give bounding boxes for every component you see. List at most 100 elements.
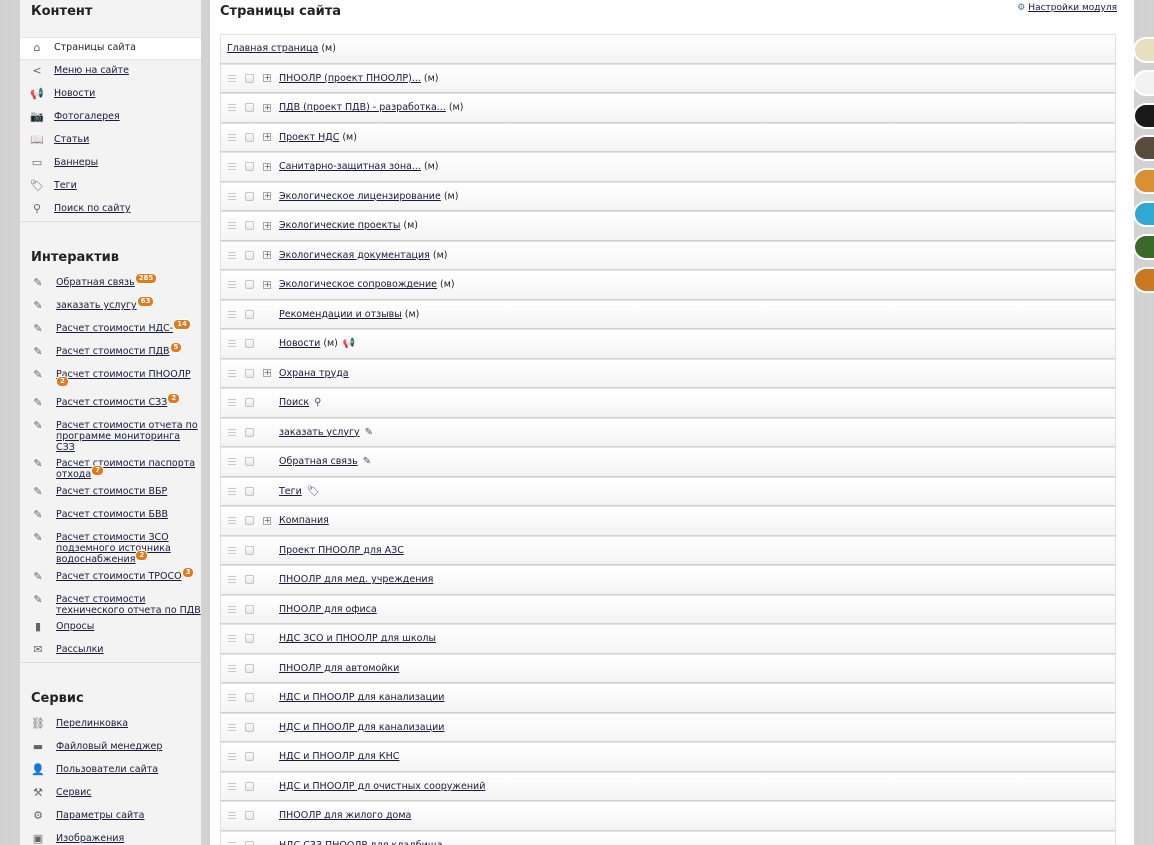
thumbnail[interactable] [1133, 200, 1154, 227]
expand-icon[interactable]: + [263, 369, 271, 378]
content-item[interactable]: 📷 Фотогалерея [20, 106, 201, 129]
interactive-item-label[interactable]: Обратная связь [56, 277, 135, 288]
row-checkbox[interactable] [245, 427, 254, 437]
row-checkbox[interactable] [245, 73, 254, 83]
page-link[interactable]: ПНООЛР для автомойки [279, 663, 399, 674]
interactive-item[interactable]: ✎ Расчет стоимости НДС- 14 [20, 318, 201, 341]
expand-icon[interactable]: + [263, 516, 271, 525]
thumbnail[interactable] [1133, 233, 1154, 260]
root-page-link[interactable]: Главная страница [227, 43, 318, 54]
interactive-item-label[interactable]: Расчет стоимости ЗСО подземного источник… [56, 532, 171, 565]
row-checkbox[interactable] [245, 191, 254, 201]
interactive-item-label[interactable]: Опросы [56, 621, 94, 632]
service-item[interactable]: ⚒ Сервис [20, 782, 201, 805]
interactive-item[interactable]: ✎ Обратная связь 285 [20, 272, 201, 295]
expand-icon[interactable]: + [263, 192, 271, 201]
page-link[interactable]: НДС и ПНООЛР для канализации [279, 722, 444, 733]
drag-handle-icon[interactable] [228, 340, 236, 348]
drag-handle-icon[interactable] [228, 369, 236, 377]
interactive-item[interactable]: ✎ Расчет стоимости СЗЗ 2 [20, 392, 201, 415]
page-link[interactable]: Проект НДС [279, 132, 339, 143]
row-checkbox[interactable] [245, 634, 254, 644]
page-link[interactable]: НДС ЗСО и ПНООЛР для школы [279, 633, 436, 644]
page-link[interactable]: заказать услугу [279, 427, 360, 438]
content-item-label[interactable]: Фотогалерея [54, 111, 120, 122]
thumbnail[interactable] [1133, 168, 1154, 195]
page-link[interactable]: Охрана труда [279, 368, 349, 379]
drag-handle-icon[interactable] [228, 133, 236, 141]
module-settings-link[interactable]: ⚙ Настройки модуля [1017, 3, 1117, 13]
page-link[interactable]: НДС и ПНООЛР для КНС [279, 751, 399, 762]
interactive-item[interactable]: ✎ Расчет стоимости ПНООЛР2 [20, 364, 201, 392]
service-item[interactable]: ⚙ Параметры сайта [20, 805, 201, 828]
drag-handle-icon[interactable] [228, 251, 236, 259]
page-link[interactable]: Экологическая документация [279, 250, 430, 261]
interactive-item-label[interactable]: Расчет стоимости БВВ [56, 509, 168, 520]
content-item-label[interactable]: Поиск по сайту [54, 203, 131, 214]
page-link[interactable]: НДС и ПНООЛР для канализации [279, 692, 444, 703]
thumbnail[interactable] [1133, 37, 1154, 63]
interactive-item[interactable]: ✎ Расчет стоимости БВВ [20, 504, 201, 527]
drag-handle-icon[interactable] [228, 281, 236, 289]
drag-handle-icon[interactable] [228, 222, 236, 230]
row-checkbox[interactable] [245, 398, 254, 408]
page-link[interactable]: Обратная связь [279, 456, 358, 467]
drag-handle-icon[interactable] [228, 664, 236, 672]
interactive-item[interactable]: ✎ Расчет стоимости технического отчета по… [20, 589, 201, 617]
row-checkbox[interactable] [245, 604, 254, 614]
interactive-item[interactable]: ✎ Расчет стоимости паспорта отхода 7 [20, 453, 201, 481]
expand-icon[interactable]: + [263, 221, 271, 230]
interactive-item-label[interactable]: Расчет стоимости ТРОСО [56, 571, 182, 582]
interactive-item-label[interactable]: заказать услугу [56, 300, 137, 311]
interactive-item[interactable]: ✎ Расчет стоимости ПДВ 5 [20, 341, 201, 364]
page-link[interactable]: НДС СЗЗ ПНООЛР для кладбища [279, 840, 443, 845]
content-item[interactable]: 📢 Новости [20, 83, 201, 106]
interactive-item-label[interactable]: Рассылки [56, 644, 103, 655]
row-checkbox[interactable] [245, 693, 254, 703]
row-checkbox[interactable] [245, 811, 254, 821]
row-checkbox[interactable] [245, 781, 254, 791]
expand-icon[interactable]: + [263, 280, 271, 289]
content-item-label[interactable]: Страницы сайта [54, 42, 136, 53]
page-link[interactable]: Новости [279, 338, 320, 349]
interactive-item-label[interactable]: Расчет стоимости СЗЗ [56, 397, 167, 408]
drag-handle-icon[interactable] [228, 517, 236, 525]
page-link[interactable]: ПНООЛР (проект ПНООЛР)... [279, 73, 421, 84]
drag-handle-icon[interactable] [228, 635, 236, 643]
service-item[interactable]: ⛓ Перелинковка [20, 713, 201, 736]
row-checkbox[interactable] [245, 309, 254, 319]
page-link[interactable]: Поиск [279, 397, 309, 408]
thumbnail[interactable] [1133, 69, 1154, 96]
content-item[interactable]: < Меню на сайте [20, 60, 201, 83]
interactive-item[interactable]: ✎ Расчет стоимости ТРОСО 3 [20, 566, 201, 589]
drag-handle-icon[interactable] [228, 399, 236, 407]
interactive-item[interactable]: ✉ Рассылки [20, 639, 201, 662]
row-checkbox[interactable] [245, 132, 254, 142]
module-settings-label[interactable]: Настройки модуля [1028, 3, 1117, 13]
service-item-label[interactable]: Перелинковка [56, 718, 128, 729]
drag-handle-icon[interactable] [228, 74, 236, 82]
row-checkbox[interactable] [245, 339, 254, 349]
thumbnail[interactable] [1133, 266, 1154, 293]
row-checkbox[interactable] [245, 575, 254, 585]
interactive-item-label[interactable]: Расчет стоимости паспорта отхода [56, 458, 195, 480]
row-checkbox[interactable] [245, 516, 254, 526]
row-checkbox[interactable] [245, 663, 254, 673]
row-checkbox[interactable] [245, 457, 254, 467]
interactive-item-label[interactable]: Расчет стоимости отчета по программе мон… [56, 420, 198, 453]
content-item[interactable]: ▭ Баннеры [20, 152, 201, 175]
drag-handle-icon[interactable] [228, 487, 236, 495]
drag-handle-icon[interactable] [228, 605, 236, 613]
drag-handle-icon[interactable] [228, 753, 236, 761]
page-link[interactable]: Экологическое сопровождение [279, 279, 437, 290]
row-checkbox[interactable] [245, 250, 254, 260]
drag-handle-icon[interactable] [228, 723, 236, 731]
drag-handle-icon[interactable] [228, 192, 236, 200]
page-link[interactable]: Экологические проекты [279, 220, 400, 231]
interactive-item-label[interactable]: Расчет стоимости НДС- [56, 323, 173, 334]
service-item[interactable]: 👤 Пользователи сайта [20, 759, 201, 782]
drag-handle-icon[interactable] [228, 163, 236, 171]
interactive-item[interactable]: ▮ Опросы [20, 616, 201, 639]
page-link[interactable]: ПНООЛР для офиса [279, 604, 377, 615]
row-checkbox[interactable] [245, 162, 254, 172]
